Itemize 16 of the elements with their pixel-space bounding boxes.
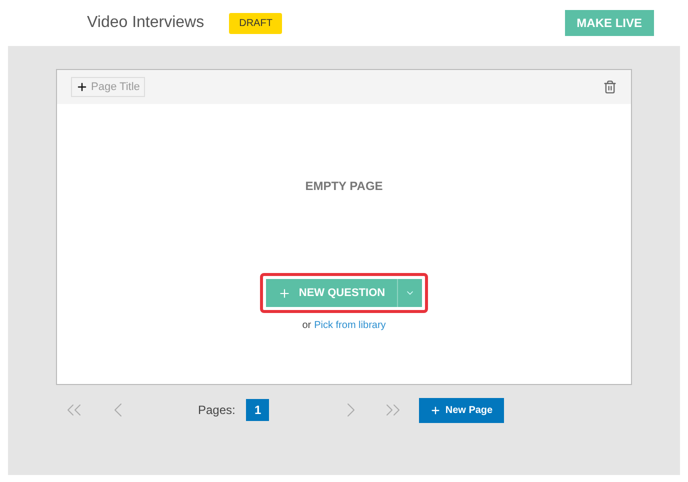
plus-icon: [430, 404, 442, 416]
status-badge: DRAFT: [229, 12, 282, 34]
page-title-button[interactable]: Page Title: [71, 77, 145, 97]
trash-icon[interactable]: [603, 80, 617, 94]
new-page-button[interactable]: New Page: [419, 398, 504, 422]
plus-icon: [278, 286, 291, 300]
pages-label: Pages:: [198, 402, 236, 419]
plus-icon: [76, 81, 88, 93]
pick-from-library-link[interactable]: Pick from library: [314, 318, 386, 333]
empty-page-label: EMPTY PAGE: [305, 178, 383, 195]
page-title: Video Interviews: [87, 13, 204, 33]
or-text: or: [302, 319, 312, 333]
page-number-button[interactable]: 1: [246, 399, 270, 421]
make-live-button[interactable]: MAKE LIVE: [564, 10, 654, 36]
new-question-button[interactable]: NEW QUESTION: [266, 279, 398, 307]
dropdown-button[interactable]: [397, 279, 422, 307]
